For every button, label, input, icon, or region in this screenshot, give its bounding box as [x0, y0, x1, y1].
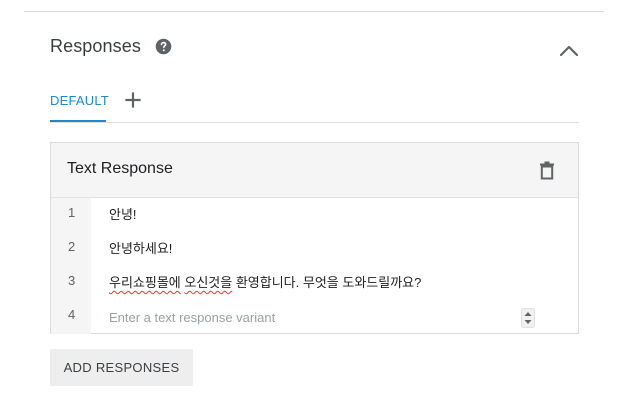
row-number: 3 [51, 266, 91, 300]
text-response-input[interactable] [101, 304, 537, 330]
resize-stepper-icon[interactable] [521, 308, 535, 328]
response-rows: 1 안녕! 2 안녕하세요! 3 우리쇼핑몰에 오신것을 환영합니다. 무엇을 … [51, 198, 578, 334]
section-header: Responses [50, 33, 172, 59]
trash-icon[interactable] [539, 161, 555, 180]
response-row: 3 우리쇼핑몰에 오신것을 환영합니다. 무엇을 도와드릴까요? [51, 266, 578, 300]
section-title: Responses [50, 35, 141, 56]
tab-default[interactable]: DEFAULT [50, 86, 109, 122]
row-number: 1 [51, 198, 91, 232]
active-tab-indicator [50, 120, 106, 122]
response-text[interactable]: 우리쇼핑몰에 오신것을 환영합니다. 무엇을 도와드릴까요? [109, 266, 421, 300]
card-header: Text Response [51, 143, 578, 198]
misspelled-word: 우리쇼핑몰에 [109, 275, 181, 290]
top-divider [24, 11, 604, 12]
misspelled-word: 오신것을 [184, 275, 233, 290]
tab-default-label: DEFAULT [50, 93, 109, 108]
text-response-card: Text Response 1 안녕! 2 안녕하세요! 3 우리쇼핑몰에 오신… [50, 142, 579, 334]
responses-panel: Responses DEFAULT Text Response 1 안녕! 2 … [0, 0, 625, 404]
plus-icon[interactable] [125, 92, 141, 108]
row-number: 2 [51, 232, 91, 266]
row-number: 4 [51, 300, 91, 334]
response-text-part: 환영합니다. 무엇을 도와드릴까요? [232, 275, 422, 290]
response-row-new: 4 [51, 300, 578, 334]
help-circle-icon[interactable] [155, 38, 172, 55]
card-title: Text Response [67, 160, 173, 177]
response-text[interactable]: 안녕! [109, 198, 137, 232]
add-responses-button[interactable]: ADD RESPONSES [50, 349, 193, 386]
response-text[interactable]: 안녕하세요! [109, 232, 172, 266]
chevron-up-icon[interactable] [558, 40, 580, 62]
response-row: 2 안녕하세요! [51, 232, 578, 266]
response-tabs: DEFAULT [50, 86, 579, 123]
response-row: 1 안녕! [51, 198, 578, 232]
